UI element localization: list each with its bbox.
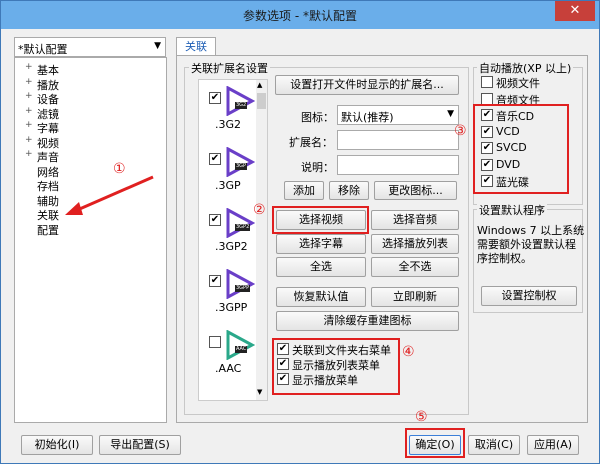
desc-label: 说明： <box>301 161 334 174</box>
remove-button[interactable]: 移除 <box>329 181 369 200</box>
ext-name-label: 扩展名： <box>289 136 333 149</box>
window-title: 参数选项 - *默认配置 <box>243 9 357 23</box>
tree-expand-icon[interactable]: + <box>25 120 33 130</box>
scrollbar-up-arrow[interactable]: ▲ <box>257 81 262 89</box>
ext-label: .3G2 <box>215 118 242 131</box>
ext-name-input[interactable] <box>337 130 459 150</box>
title-bar[interactable]: 参数选项 - *默认配置 ✕ <box>1 1 599 29</box>
apply-button[interactable]: 应用(A) <box>527 435 579 455</box>
tree-expand-icon[interactable]: + <box>25 77 33 87</box>
chevron-down-icon: ▼ <box>447 109 454 119</box>
ext-label: .3GPP <box>215 301 248 314</box>
tab-association-label: 关联 <box>185 40 207 53</box>
annotation-5: ⑤ <box>415 409 428 425</box>
dialog-window: 参数选项 - *默认配置 ✕ *默认配置 ▼ + 基本 + 播放 + 设备 + 滤镜 + 字幕 + 视… <box>0 0 600 464</box>
profile-select-value: *默认配置 <box>18 43 68 56</box>
ext-label: .3GP <box>215 179 241 192</box>
annotation-4: ④ <box>402 344 415 360</box>
select-none-button[interactable]: 全不选 <box>371 257 459 277</box>
tree-expand-icon[interactable]: + <box>25 149 33 159</box>
select-all-button[interactable]: 全选 <box>276 257 366 277</box>
tree-expand-icon[interactable]: + <box>25 106 33 116</box>
ext-list-scrollbar[interactable]: ▲ ▼ <box>256 80 267 400</box>
chevron-down-icon: ▼ <box>154 41 161 51</box>
scrollbar-down-arrow[interactable]: ▼ <box>257 388 262 396</box>
ext-checkbox[interactable]: ✔ <box>209 92 221 104</box>
annotation-2: ② <box>253 202 266 218</box>
default-group-label: 设置默认程序 <box>477 202 547 218</box>
add-button[interactable]: 添加 <box>284 181 324 200</box>
default-desc-line-3: 序控制权。 <box>477 252 532 265</box>
ext-badge: 3GP <box>235 163 248 170</box>
set-control-button[interactable]: 设置控制权 <box>481 286 577 306</box>
play-file-icon <box>226 208 255 238</box>
highlight-context-options <box>272 338 400 395</box>
ext-badge: 3GPP <box>235 285 251 292</box>
set-open-ext-button[interactable]: 设置打开文件时显示的扩展名... <box>275 75 459 95</box>
clear-cache-button[interactable]: 清除缓存重建图标 <box>276 311 459 331</box>
tree-expand-icon[interactable]: + <box>25 62 33 72</box>
restore-default-button[interactable]: 恢复默认值 <box>276 287 366 307</box>
scrollbar-thumb[interactable] <box>257 93 266 109</box>
autoplay-checkbox[interactable] <box>481 92 493 105</box>
ext-checkbox[interactable] <box>209 336 221 348</box>
annotation-arrow <box>65 175 154 215</box>
ext-label: .3GP2 <box>215 240 248 253</box>
annotation-1: ① <box>113 161 126 177</box>
icon-select[interactable]: 默认(推荐) ▼ <box>337 105 459 125</box>
highlight-ok-button <box>405 428 465 458</box>
ext-checkbox[interactable]: ✔ <box>209 214 221 226</box>
export-button[interactable]: 导出配置(S) <box>99 435 181 455</box>
ext-badge: 3GP2 <box>235 224 251 231</box>
annotation-3: ③ <box>454 123 467 139</box>
tree-expand-icon[interactable]: + <box>25 135 33 145</box>
autoplay-label[interactable]: 视频文件 <box>496 75 540 91</box>
icon-label: 图标： <box>301 111 334 124</box>
play-file-icon <box>226 147 255 177</box>
tab-association[interactable]: 关联 <box>176 37 216 56</box>
highlight-select-video <box>272 206 369 234</box>
autoplay-checkbox[interactable] <box>481 76 493 88</box>
ext-badge: 3G2 <box>235 102 248 109</box>
cancel-button[interactable]: 取消(C) <box>468 435 520 455</box>
select-subtitle-button[interactable]: 选择字幕 <box>276 234 366 254</box>
init-button[interactable]: 初始化(I) <box>21 435 93 455</box>
ext-label: .AAC <box>215 362 242 375</box>
select-audio-button[interactable]: 选择音频 <box>371 210 459 230</box>
select-playlist-button[interactable]: 选择播放列表 <box>371 234 459 254</box>
ext-checkbox[interactable]: ✔ <box>209 153 221 165</box>
ext-checkbox[interactable]: ✔ <box>209 275 221 287</box>
desc-input[interactable] <box>337 155 459 175</box>
ext-badge: AAC <box>235 346 248 353</box>
ext-group-label: 关联扩展名设置 <box>189 60 270 76</box>
change-icon-button[interactable]: 更改图标... <box>374 181 457 200</box>
icon-select-value: 默认(推荐) <box>341 111 394 124</box>
tree-expand-icon[interactable]: + <box>25 91 33 101</box>
play-file-icon <box>226 269 255 299</box>
tree-item[interactable]: 配置 <box>37 222 59 238</box>
profile-select[interactable]: *默认配置 ▼ <box>14 37 166 57</box>
play-file-icon <box>226 330 255 360</box>
category-tree: + 基本 + 播放 + 设备 + 滤镜 + 字幕 + 视频 + 声音 网络 存档 辅助 关联 配置 <box>14 57 167 423</box>
refresh-now-button[interactable]: 立即刷新 <box>371 287 459 307</box>
highlight-autoplay-discs <box>473 104 569 194</box>
close-button[interactable]: ✕ <box>555 1 595 21</box>
play-file-icon <box>226 86 255 116</box>
autoplay-group-label: 自动播放(XP 以上) <box>477 60 574 76</box>
